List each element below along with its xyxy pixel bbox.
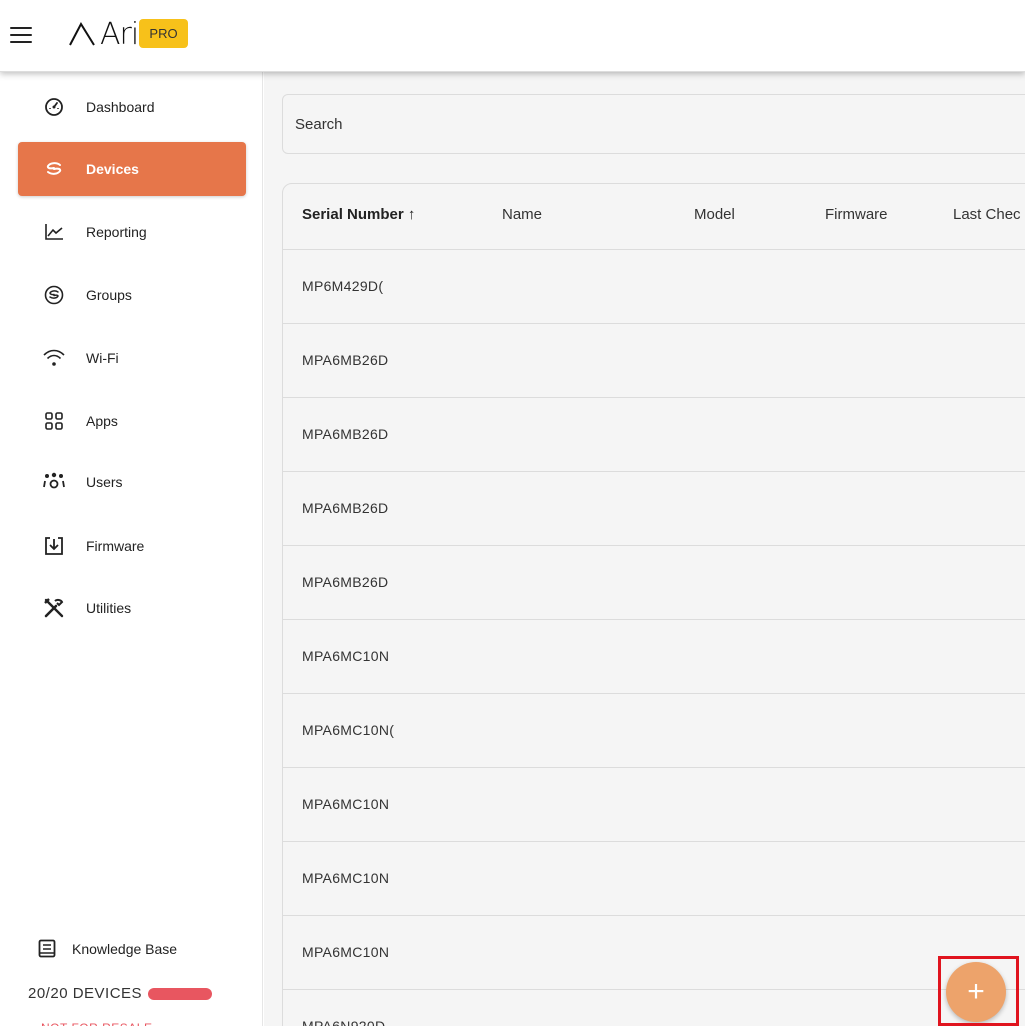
logo: Ari xyxy=(68,16,139,52)
table-header: Serial Number ↑ Name Model Firmware Last… xyxy=(283,184,1025,250)
serial-number-cell: MPA6MB26D xyxy=(302,574,389,590)
tools-icon xyxy=(42,596,66,620)
table-row[interactable]: MPA6N920D xyxy=(283,990,1025,1026)
device-usage-bar xyxy=(148,987,213,1000)
main-content: Serial Number ↑ Name Model Firmware Last… xyxy=(264,72,1025,1026)
apps-grid-icon xyxy=(42,409,66,433)
sidebar-item-label: Apps xyxy=(86,413,118,429)
table-row[interactable]: MPA6MB26D xyxy=(283,472,1025,546)
sidebar-item-wifi[interactable]: Wi-Fi xyxy=(18,331,246,385)
groups-icon xyxy=(42,283,66,307)
line-chart-icon xyxy=(42,220,66,244)
serial-number-cell: MP6M429D( xyxy=(302,278,384,294)
sidebar-item-apps[interactable]: Apps xyxy=(18,394,246,448)
gauge-icon xyxy=(42,95,66,119)
sidebar-item-label: Utilities xyxy=(86,600,132,616)
devices-icon xyxy=(42,157,66,181)
sidebar-item-label: Firmware xyxy=(86,538,145,554)
sidebar-item-label: Reporting xyxy=(86,224,147,240)
table-row[interactable]: MPA6MB26D xyxy=(283,324,1025,398)
serial-number-cell: MPA6N920D xyxy=(302,1018,386,1026)
serial-number-cell: MPA6MC10N( xyxy=(302,722,395,738)
logo-mark-icon xyxy=(69,21,95,46)
sidebar-item-groups[interactable]: Groups xyxy=(18,268,246,322)
sidebar-item-label: Groups xyxy=(86,287,132,303)
sidebar-item-devices[interactable]: Devices xyxy=(18,142,246,196)
table-row[interactable]: MPA6MC10N( xyxy=(283,694,1025,768)
column-header-model[interactable]: Model xyxy=(694,206,735,223)
serial-number-cell: MPA6MC10N xyxy=(302,944,390,960)
sidebar-item-label: Wi-Fi xyxy=(86,350,119,366)
device-count: 20/20 DEVICES xyxy=(28,985,213,1002)
top-app-bar: Ari PRO xyxy=(0,0,1025,72)
sidebar-item-utilities[interactable]: Utilities xyxy=(18,581,246,635)
table-row[interactable]: MPA6MB26D xyxy=(283,398,1025,472)
table-row[interactable]: MPA6MC10N xyxy=(283,916,1025,990)
column-header-serial-number[interactable]: Serial Number ↑ xyxy=(302,206,415,223)
table-row[interactable]: MPA6MB26D xyxy=(283,546,1025,620)
pro-badge: PRO xyxy=(139,19,188,48)
sidebar-item-reporting[interactable]: Reporting xyxy=(18,205,246,259)
firmware-download-icon xyxy=(42,534,66,558)
table-row[interactable]: MPA6MC10N xyxy=(283,842,1025,916)
hamburger-menu-icon[interactable] xyxy=(10,24,32,46)
column-header-last-checkin[interactable]: Last Chec xyxy=(953,206,1021,223)
sidebar-item-firmware[interactable]: Firmware xyxy=(18,519,246,573)
sidebar: Dashboard Devices Reporting Groups Wi-Fi… xyxy=(0,72,263,1026)
serial-number-cell: MPA6MC10N xyxy=(302,648,390,664)
table-row[interactable]: MP6M429D( xyxy=(283,250,1025,324)
fab-highlight-box xyxy=(938,956,1019,1026)
table-row[interactable]: MPA6MC10N xyxy=(283,620,1025,694)
sidebar-item-label: Users xyxy=(86,474,123,490)
knowledge-base-label: Knowledge Base xyxy=(72,941,178,957)
serial-number-cell: MPA6MB26D xyxy=(302,426,389,442)
devices-table: Serial Number ↑ Name Model Firmware Last… xyxy=(282,183,1025,1026)
column-header-name[interactable]: Name xyxy=(502,206,542,223)
serial-number-cell: MPA6MC10N xyxy=(302,796,390,812)
column-header-firmware[interactable]: Firmware xyxy=(825,206,888,223)
device-count-label: 20/20 DEVICES xyxy=(28,985,143,1002)
resale-notice: NOT FOR RESALE xyxy=(41,1018,152,1026)
serial-number-cell: MPA6MC10N xyxy=(302,870,390,886)
sidebar-item-dashboard[interactable]: Dashboard xyxy=(18,80,246,134)
serial-number-cell: MPA6MB26D xyxy=(302,352,389,368)
sidebar-item-label: Dashboard xyxy=(86,99,155,115)
sidebar-item-users[interactable]: Users xyxy=(18,455,246,509)
wifi-icon xyxy=(42,346,66,370)
users-icon xyxy=(42,470,66,494)
table-row[interactable]: MPA6MC10N xyxy=(283,768,1025,842)
serial-number-cell: MPA6MB26D xyxy=(302,500,389,516)
sidebar-item-label: Devices xyxy=(86,161,139,177)
logo-text: Ari xyxy=(100,16,139,52)
search-input[interactable] xyxy=(282,94,1025,154)
book-icon xyxy=(36,938,58,960)
knowledge-base-link[interactable]: Knowledge Base xyxy=(36,938,177,960)
